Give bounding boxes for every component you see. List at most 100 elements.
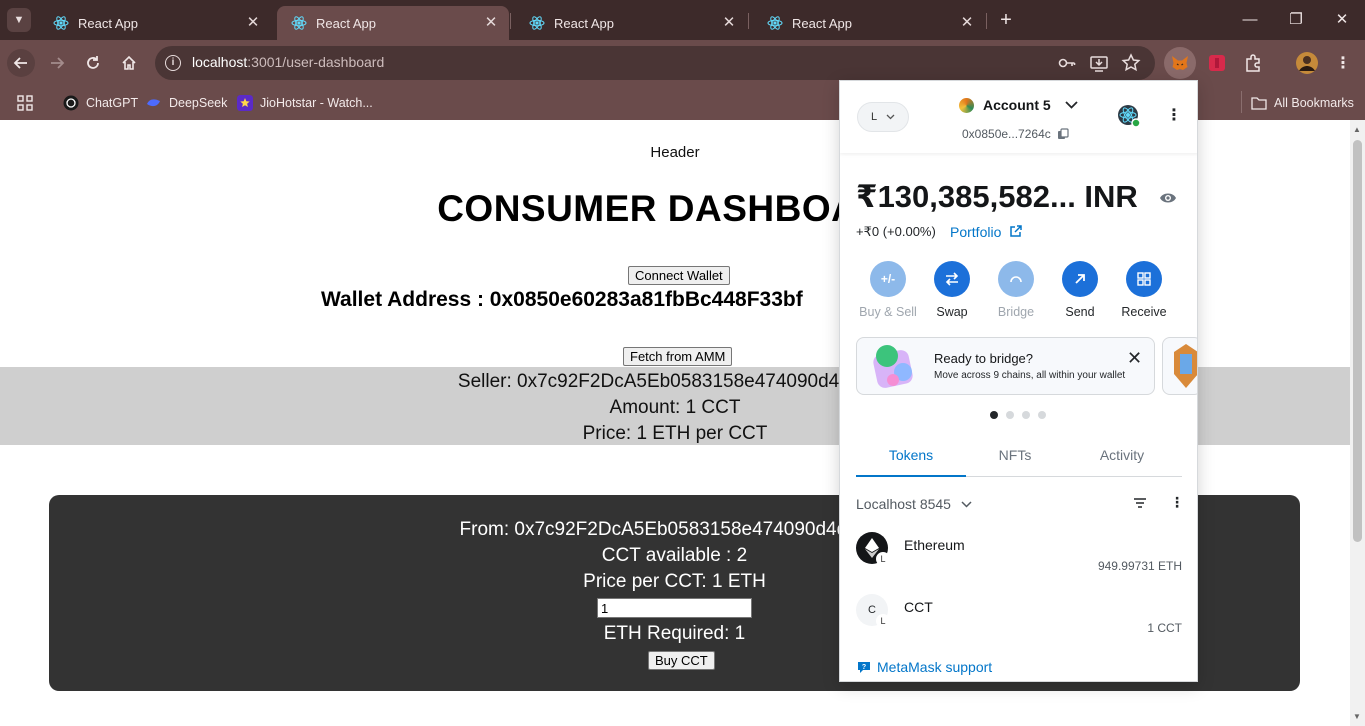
address-bar[interactable]: i localhost:3001/user-dashboard [155, 46, 1155, 80]
network-picker[interactable]: L [857, 102, 909, 132]
chatgpt-icon [63, 95, 79, 111]
site-info-icon[interactable]: i [165, 55, 181, 71]
bookmark-label: ChatGPT [86, 96, 139, 110]
red-extension-button[interactable] [1201, 47, 1233, 79]
tab-close-icon[interactable]: ✕ [483, 15, 499, 31]
swap-button[interactable]: Swap [920, 261, 984, 319]
jiohotstar-icon [237, 95, 253, 111]
close-window-button[interactable]: ✕ [1329, 8, 1355, 32]
connect-wallet-button[interactable]: Connect Wallet [628, 266, 730, 285]
tab-activity[interactable]: Activity [1068, 447, 1176, 463]
all-bookmarks-button[interactable]: All Bookmarks [1251, 92, 1354, 114]
buy-sell-button[interactable]: +/- Buy & Sell [856, 261, 920, 319]
swap-icon [934, 261, 970, 297]
chat-support-icon: ? [858, 662, 870, 673]
tab-close-icon[interactable]: ✕ [245, 15, 261, 31]
network-filter[interactable]: Localhost 8545 [856, 496, 972, 512]
tab-close-icon[interactable]: ✕ [959, 15, 975, 31]
wallet-address: Wallet Address : 0x0850e60283a81fbBc448F… [321, 288, 803, 311]
buy-cct-button[interactable]: Buy CCT [648, 651, 715, 670]
new-tab-button[interactable]: + [995, 9, 1017, 31]
url-host: localhost [192, 54, 248, 70]
account-avatar [959, 97, 974, 113]
token-row-ethereum[interactable]: L Ethereum 949.99731 ETH [856, 532, 1182, 582]
scroll-down-icon[interactable]: ▼ [1353, 712, 1361, 721]
back-button[interactable] [7, 49, 35, 77]
tab-title: React App [78, 15, 138, 31]
token-row-cct[interactable]: C L CCT 1 CCT [856, 594, 1182, 644]
tab-title: React App [792, 15, 852, 31]
back-arrow-icon [13, 57, 27, 69]
metamask-support-link[interactable]: ? MetaMask support [857, 659, 992, 675]
bridge-illustration-icon [873, 345, 913, 388]
restore-button[interactable]: ❐ [1283, 8, 1309, 32]
browser-menu-button[interactable]: ⋮ [1327, 47, 1359, 79]
install-app-icon[interactable] [1089, 53, 1109, 73]
fetch-from-amm-button[interactable]: Fetch from AMM [623, 347, 733, 366]
folder-icon [1251, 97, 1267, 110]
connected-site-icon[interactable] [1117, 104, 1141, 128]
carousel-dot[interactable] [1022, 411, 1030, 419]
profile-avatar-button[interactable] [1291, 47, 1323, 79]
receive-button[interactable]: Receive [1112, 261, 1176, 319]
url-text[interactable]: localhost:3001/user-dashboard [192, 54, 384, 70]
action-label: Buy & Sell [859, 305, 917, 319]
tab-tokens[interactable]: Tokens [857, 447, 965, 463]
quantity-input[interactable] [597, 598, 752, 618]
all-bookmarks-label: All Bookmarks [1274, 96, 1354, 110]
extensions-button[interactable] [1237, 47, 1269, 79]
external-link-icon [1010, 225, 1022, 237]
tab-nfts[interactable]: NFTs [961, 447, 1069, 463]
metamask-popup: L Account 5 0x0850e...7264c ⋮ ₹130,385,5… [839, 80, 1198, 682]
minimize-button[interactable]: — [1237, 8, 1263, 32]
bookmarks-divider [1241, 91, 1242, 113]
bookmark-deepseek[interactable]: DeepSeek [146, 92, 227, 114]
metamask-menu-button[interactable]: ⋮ [1166, 105, 1182, 125]
bookmark-jiohotstar[interactable]: JioHotstar - Watch... [237, 92, 373, 114]
scroll-up-icon[interactable]: ▲ [1353, 125, 1361, 134]
copy-icon[interactable] [1057, 128, 1069, 140]
scroll-thumb[interactable] [1353, 140, 1362, 542]
asset-tabs: Tokens NFTs Activity [856, 443, 1182, 477]
tab-react-app-3[interactable]: React App ✕ [515, 6, 747, 40]
page-scrollbar[interactable]: ▲ ▼ [1350, 120, 1365, 726]
carousel-dot[interactable] [990, 411, 998, 419]
tab-search-button[interactable]: ▼ [7, 8, 31, 32]
token-amount: 949.99731 ETH [1097, 559, 1182, 573]
eye-icon[interactable] [1159, 191, 1177, 205]
bookmark-star-icon[interactable] [1121, 53, 1141, 73]
token-amount: 1 CCT [1147, 621, 1182, 635]
token-name: Ethereum [904, 537, 965, 553]
carousel-dot[interactable] [1006, 411, 1014, 419]
tab-close-icon[interactable]: ✕ [721, 15, 737, 31]
tab-react-app-2[interactable]: React App ✕ [277, 6, 509, 40]
next-promo-card[interactable] [1162, 337, 1197, 395]
token-options-button[interactable]: ⋮ [1170, 494, 1184, 511]
close-icon[interactable]: ✕ [1127, 348, 1142, 369]
reload-button[interactable] [79, 49, 107, 77]
bookmark-label: JioHotstar - Watch... [260, 96, 373, 110]
tab-react-app-1[interactable]: React App ✕ [39, 6, 271, 40]
apps-grid-icon[interactable] [17, 95, 33, 111]
tab-react-app-4[interactable]: React App ✕ [753, 6, 985, 40]
account-picker[interactable]: Account 5 [959, 97, 1078, 113]
tab-separator [986, 13, 987, 29]
react-icon [53, 16, 69, 30]
portfolio-link[interactable]: Portfolio [950, 224, 1022, 240]
react-icon [529, 16, 545, 30]
carousel-dots[interactable] [990, 411, 1046, 419]
forward-button[interactable] [43, 49, 71, 77]
carousel-dot[interactable] [1038, 411, 1046, 419]
account-address[interactable]: 0x0850e...7264c [962, 127, 1069, 141]
sort-filter-icon[interactable] [1133, 497, 1147, 509]
bookmark-chatgpt[interactable]: ChatGPT [63, 92, 138, 114]
bridge-icon [998, 261, 1034, 297]
metamask-extension-button[interactable] [1164, 47, 1196, 79]
bridge-promo-card[interactable]: Ready to bridge? Move across 9 chains, a… [856, 337, 1155, 395]
send-button[interactable]: Send [1048, 261, 1112, 319]
url-path: :3001/user-dashboard [247, 54, 385, 70]
password-key-icon[interactable] [1057, 53, 1077, 73]
bridge-button[interactable]: Bridge [984, 261, 1048, 319]
network-badge: L [870, 111, 878, 123]
home-button[interactable] [115, 49, 143, 77]
